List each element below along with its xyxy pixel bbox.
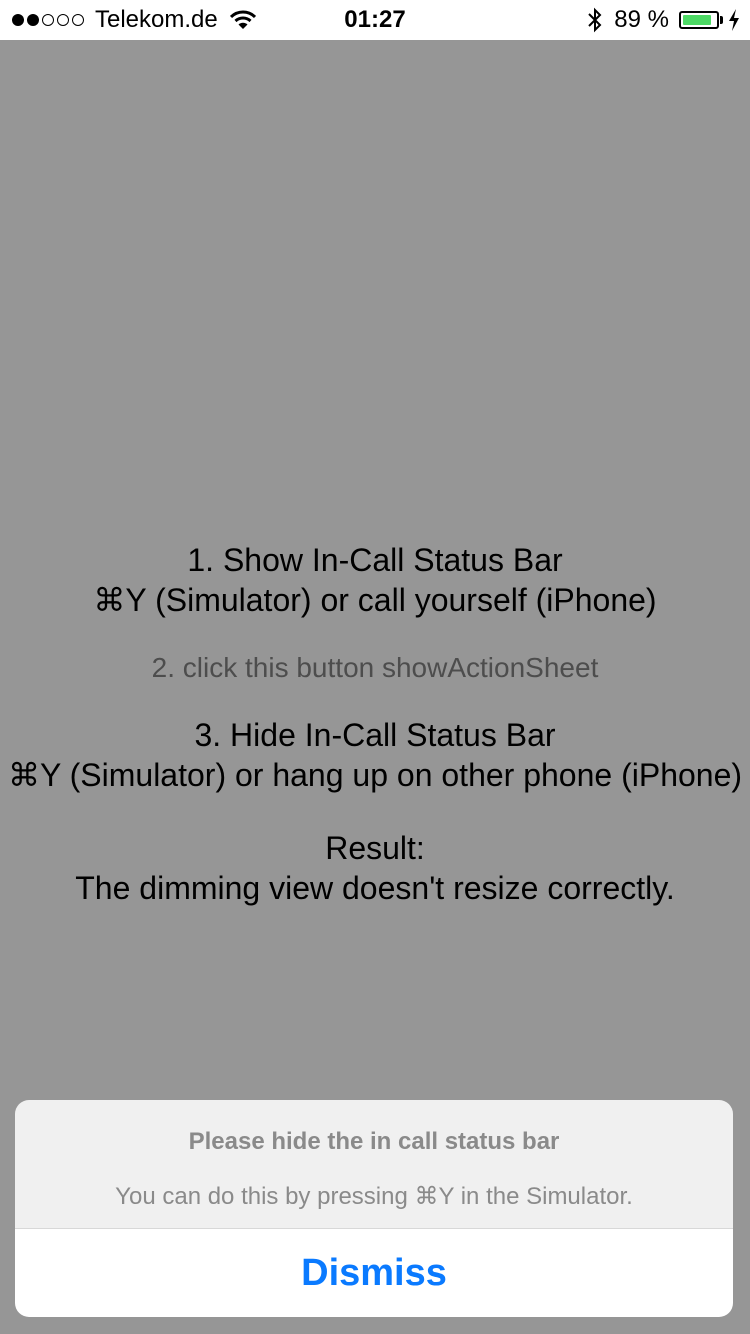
status-right: 89 % — [586, 6, 740, 34]
action-sheet-message: You can do this by pressing ⌘Y in the Si… — [115, 1183, 633, 1210]
show-action-sheet-label: 2. click this button showActionSheet — [151, 652, 599, 683]
show-action-sheet-button[interactable]: 2. click this button showActionSheet — [0, 648, 750, 688]
step3-block: 3. Hide In-Call Status Bar ⌘Y (Simulator… — [0, 715, 750, 795]
bluetooth-icon — [588, 7, 602, 33]
result-label: Result: — [325, 830, 425, 866]
step1-title: 1. Show In-Call Status Bar — [187, 542, 563, 578]
result-text: The dimming view doesn't resize correctl… — [75, 870, 675, 906]
status-bar: Telekom.de 01:27 89 % — [0, 0, 750, 40]
battery-level-fill — [683, 15, 712, 25]
battery-percentage: 89 % — [614, 6, 669, 33]
battery-icon — [679, 11, 719, 29]
step3-title: 3. Hide In-Call Status Bar — [194, 717, 556, 753]
dismiss-button[interactable]: Dismiss — [15, 1229, 733, 1317]
battery-tip — [720, 16, 723, 24]
result-block: Result: The dimming view doesn't resize … — [0, 828, 750, 908]
step3-detail: ⌘Y (Simulator) or hang up on other phone… — [7, 757, 743, 793]
action-sheet-header: Please hide the in call status bar You c… — [15, 1100, 733, 1228]
action-sheet: Please hide the in call status bar You c… — [15, 1100, 733, 1317]
action-sheet-title: Please hide the in call status bar — [188, 1128, 560, 1155]
step1-block: 1. Show In-Call Status Bar ⌘Y (Simulator… — [0, 540, 750, 620]
step1-detail: ⌘Y (Simulator) or call yourself (iPhone) — [93, 582, 657, 618]
charging-bolt-icon — [729, 9, 739, 31]
